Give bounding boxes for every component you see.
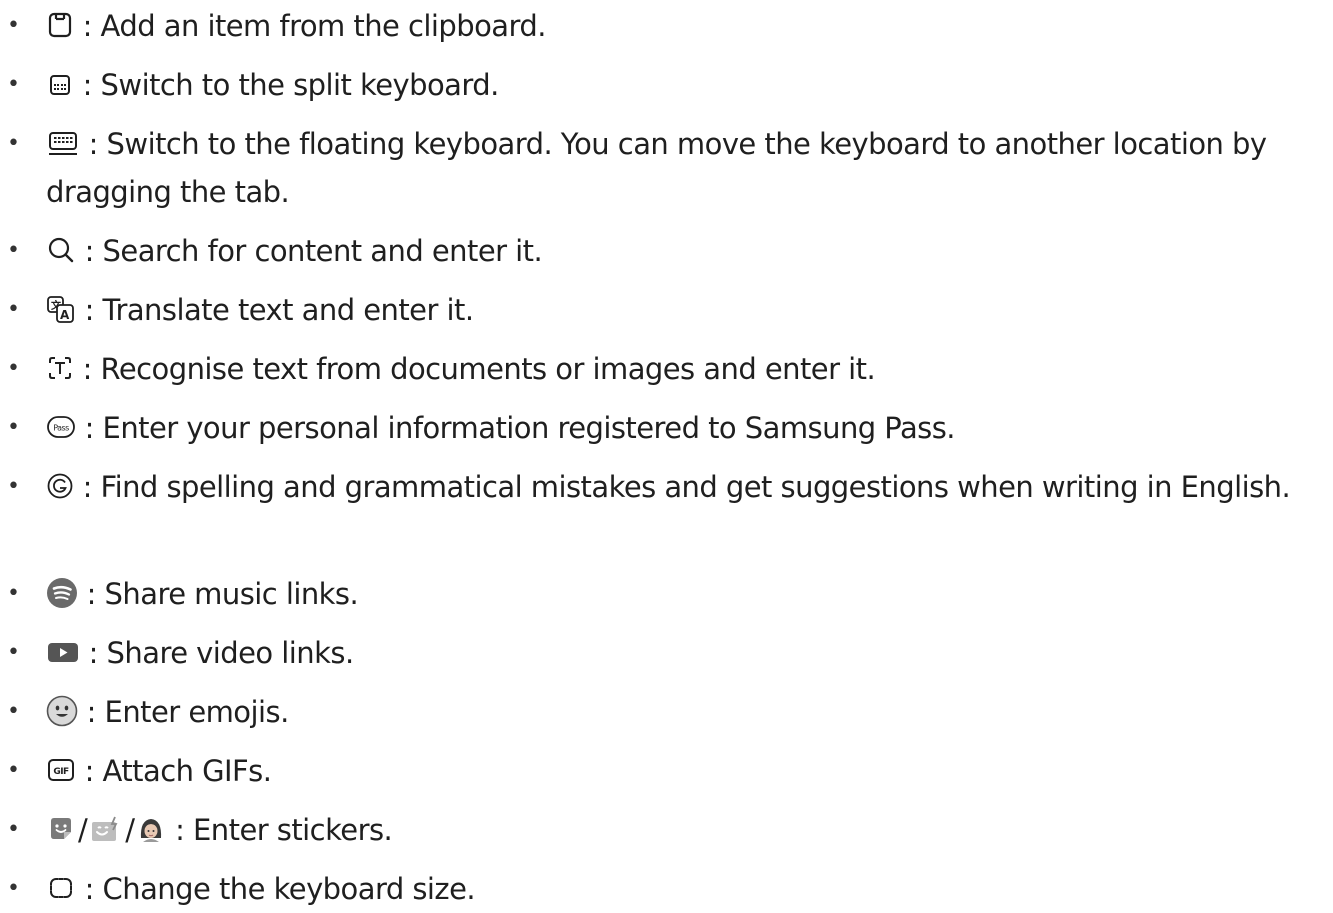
translate-icon: 文 A: [46, 294, 76, 324]
bullet: •: [7, 474, 20, 499]
item-text: : Enter stickers.: [166, 813, 393, 847]
item-text: : Add an item from the clipboard.: [74, 9, 547, 43]
item-text: : Translate text and enter it.: [76, 293, 474, 327]
sticker-icon: [46, 814, 76, 844]
emoji-icon: [46, 695, 78, 727]
svg-text:A: A: [60, 308, 70, 322]
item-text: : Search for content and enter it.: [76, 234, 543, 268]
item-text: : Change the keyboard size.: [76, 872, 476, 906]
split-keyboard-icon: [46, 70, 74, 98]
item-text: : Switch to the floating keyboard. You c…: [46, 127, 1267, 209]
bullet: •: [7, 758, 20, 783]
text-recognition-icon: [46, 354, 74, 382]
item-text: : Enter emojis.: [78, 695, 290, 729]
svg-text:GIF: GIF: [53, 767, 69, 777]
bullet: •: [7, 876, 20, 901]
samsung-pass-icon: Pass: [46, 414, 76, 440]
ar-emoji-sticker-icon: [89, 814, 123, 844]
item-text: : Find spelling and grammatical mistakes…: [74, 470, 1291, 504]
bullet: •: [7, 13, 20, 38]
floating-keyboard-icon: [46, 129, 80, 157]
clipboard-icon: [46, 11, 74, 39]
youtube-icon: [46, 639, 80, 665]
keyboard-size-icon: [46, 874, 76, 902]
bullet: •: [7, 297, 20, 322]
separator: /: [125, 813, 135, 847]
gif-icon: GIF: [46, 756, 76, 784]
item-text: : Share music links.: [78, 577, 359, 611]
grammar-check-icon: [46, 472, 74, 500]
bullet: •: [7, 72, 20, 97]
bullet: •: [7, 699, 20, 724]
help-page: • : Add an item from the clipboard. •: …: [0, 0, 1333, 911]
separator: /: [78, 813, 88, 847]
item-text: : Enter your personal information regist…: [76, 411, 956, 445]
item-text: : Share video links.: [80, 636, 355, 670]
bullet: •: [7, 415, 20, 440]
bullet: •: [7, 356, 20, 381]
item-text: : Switch to the split keyboard.: [74, 68, 500, 102]
bullet: •: [7, 817, 20, 842]
item-text: : Attach GIFs.: [76, 754, 272, 788]
bullet: •: [7, 238, 20, 263]
search-icon: [46, 236, 76, 264]
bullet: •: [7, 640, 20, 665]
bullet: •: [7, 131, 20, 156]
avatar-sticker-icon: [136, 814, 166, 844]
spotify-icon: [46, 577, 78, 609]
item-text: : Recognise text from documents or image…: [74, 352, 876, 386]
bullet: •: [7, 581, 20, 606]
svg-text:Pass: Pass: [53, 424, 69, 433]
